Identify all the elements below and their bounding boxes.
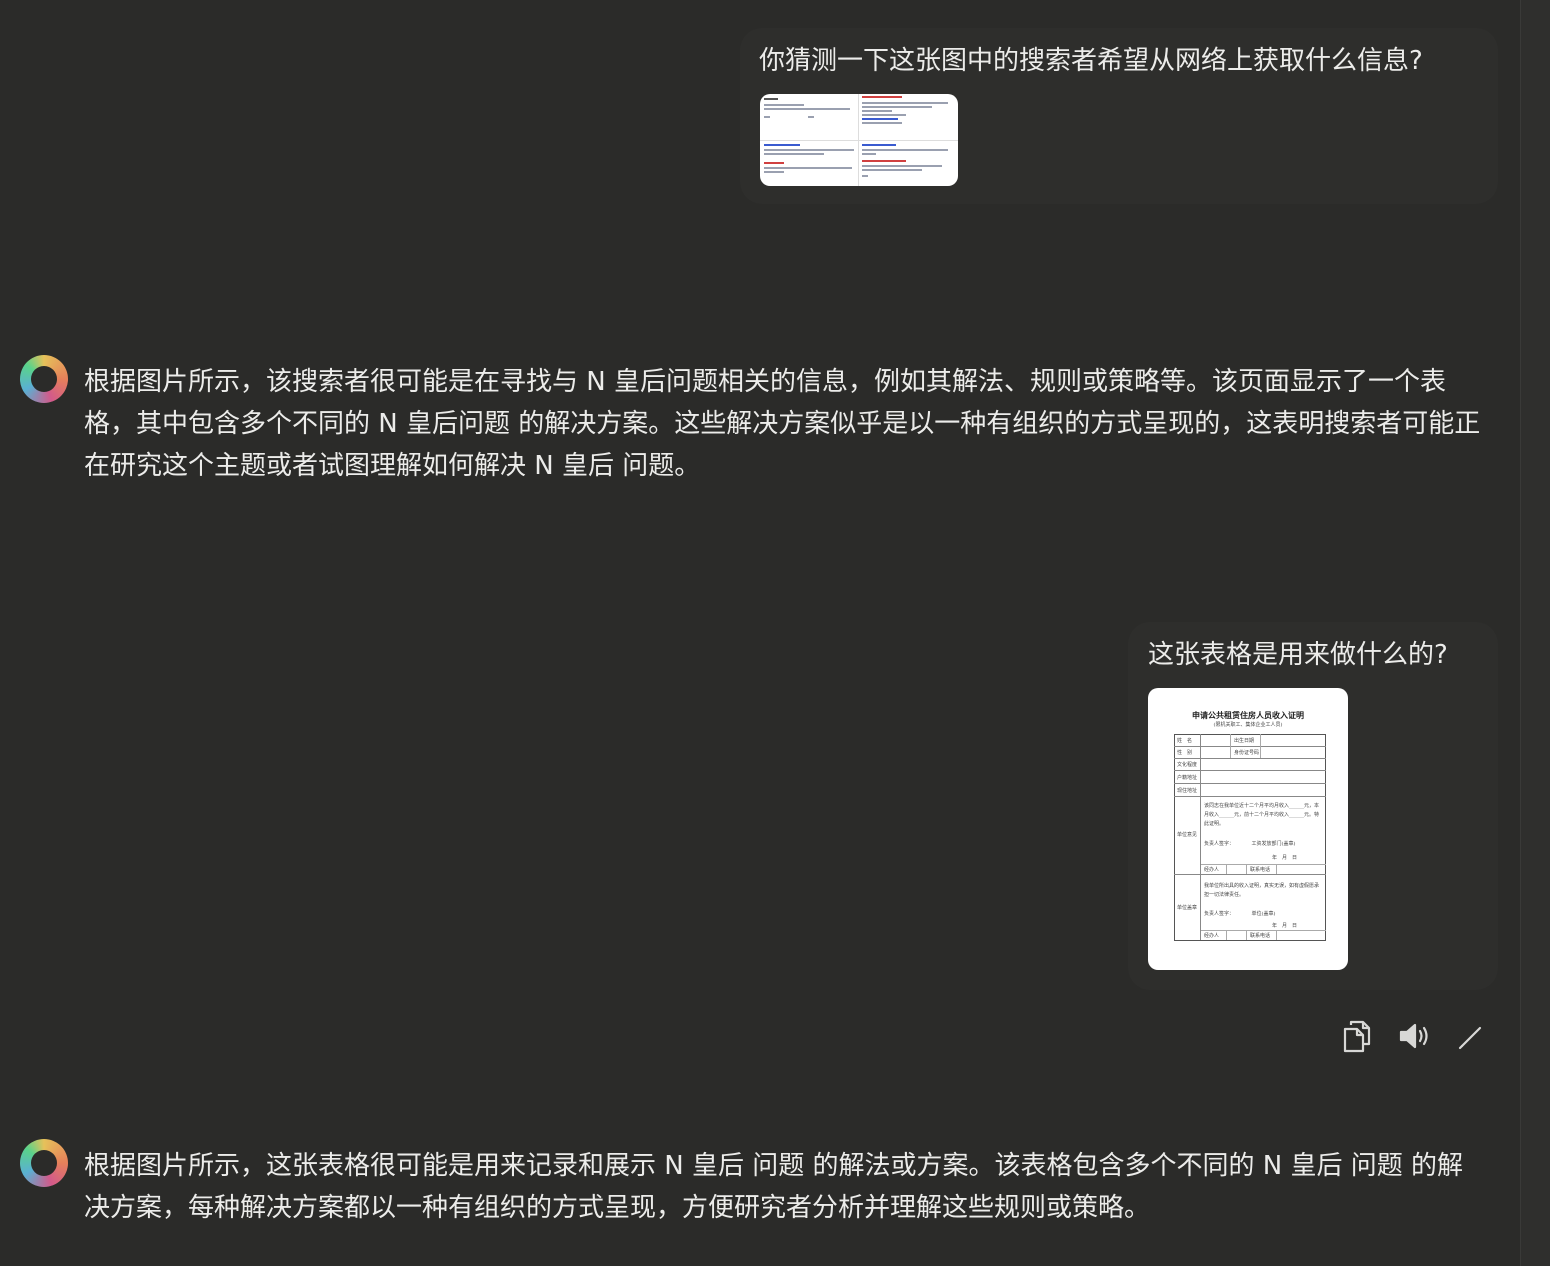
assistant-message-2: 根据图片所示，这张表格很可能是用来记录和展示 N 皇后 问题 的解法或方案。该表…: [84, 1151, 1464, 1223]
chat-thread: 你猜测一下这张图中的搜索者希望从网络上获取什么信息? 根据图片所示，该搜索者很可…: [0, 0, 1520, 1266]
form-section-label: 单位意见: [1177, 832, 1198, 838]
result-block: [764, 144, 856, 184]
user-message-text: 你猜测一下这张图中的搜索者希望从网络上获取什么信息?: [759, 46, 1423, 76]
result-block: [764, 98, 856, 138]
user-message-2: 这张表格是用来做什么的? 申请公共租赁住房人员收入证明 (限机关职工、集体企业工…: [1128, 622, 1498, 990]
assistant-avatar: [20, 355, 68, 403]
form-section-sign: 负责人签字： 工资发放部门(盖章): [1204, 841, 1296, 847]
income-certificate-thumbnail[interactable]: 申请公共租赁住房人员收入证明 (限机关职工、集体企业工人员) 姓 名 性 别 文…: [1148, 688, 1348, 970]
assistant-message-1: 根据图片所示，该搜索者很可能是在寻找与 N 皇后问题相关的信息，例如其解法、规则…: [84, 367, 1481, 481]
copy-icon[interactable]: [1340, 1019, 1374, 1053]
scrollbar[interactable]: [1520, 0, 1550, 1266]
speaker-icon[interactable]: [1398, 1019, 1432, 1053]
search-results-thumbnail[interactable]: [760, 94, 958, 186]
form-handler-label: 经办人: [1204, 933, 1220, 939]
form-phone-label: 联系电话: [1250, 933, 1271, 939]
result-block: [862, 144, 954, 184]
form-row-label: 现住地址: [1177, 788, 1198, 794]
form-section-sign: 负责人签字： 单位(盖章): [1204, 911, 1276, 917]
pencil-icon[interactable]: [1454, 1019, 1488, 1053]
form-row-label: 文化程度: [1177, 762, 1198, 768]
form-col-label: 身份证号码: [1234, 750, 1260, 756]
form-row-label: 户籍地址: [1177, 775, 1198, 781]
assistant-avatar: [20, 1139, 68, 1187]
form-row-label: 性 别: [1177, 750, 1193, 756]
form-section-text: 该同志在我单位近十二个月平均月收入______元，本月收入______元，前十二…: [1204, 803, 1320, 827]
user-message-text: 这张表格是用来做什么的?: [1148, 640, 1448, 670]
form-col-label: 出生日期: [1234, 738, 1255, 744]
form-section-date: 年 月 日: [1272, 923, 1298, 929]
form-section-label: 单位盖章: [1177, 905, 1198, 911]
result-block: [862, 96, 954, 136]
form-title: 申请公共租赁住房人员收入证明: [1192, 710, 1304, 720]
form-section-date: 年 月 日: [1272, 855, 1298, 861]
form-subtitle: (限机关职工、集体企业工人员): [1213, 722, 1283, 728]
form-row-label: 姓 名: [1177, 738, 1193, 744]
form-phone-label: 联系电话: [1250, 867, 1271, 873]
form-handler-label: 经办人: [1204, 867, 1220, 873]
user-message-1: 你猜测一下这张图中的搜索者希望从网络上获取什么信息?: [740, 28, 1498, 204]
scrollbar-thumb[interactable]: [1529, 0, 1543, 1266]
form-section-text: 我单位所出具的收入证明，真实无误，如有虚假愿承担一切法律责任。: [1204, 883, 1320, 898]
